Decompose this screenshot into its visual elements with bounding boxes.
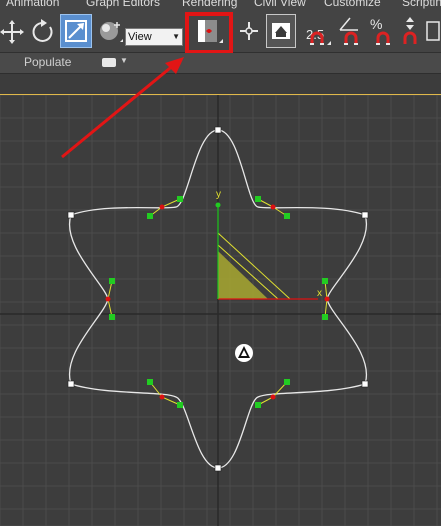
annotation-arrow [61,57,184,159]
